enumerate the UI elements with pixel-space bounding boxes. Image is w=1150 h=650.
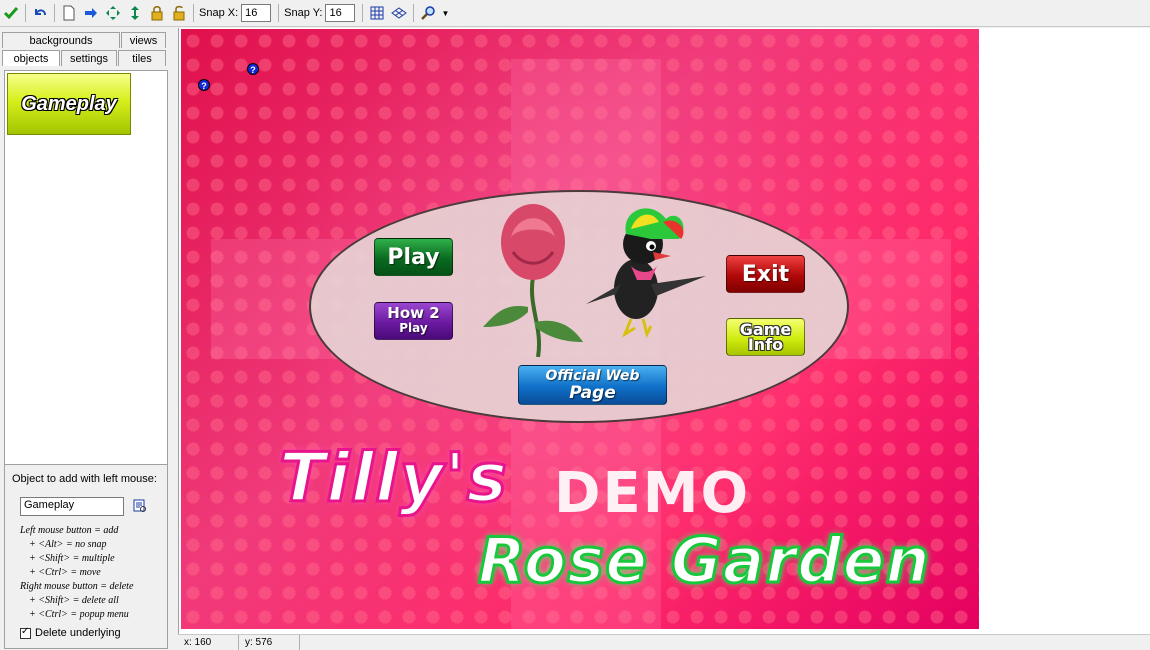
lock-icon[interactable] [146, 2, 168, 24]
tabs-row-top: backgrounds views [2, 32, 167, 49]
tab-objects[interactable]: objects [2, 50, 60, 66]
isometric-icon[interactable] [388, 2, 410, 24]
snap-y-input[interactable] [325, 4, 356, 22]
object-select-field[interactable]: Gameplay [20, 497, 124, 516]
delete-underlying-label: Delete underlying [35, 627, 121, 639]
help-line: Right mouse button = delete [20, 581, 134, 592]
shift-vertical-icon[interactable] [124, 2, 146, 24]
help-line: + <Alt> = no snap [29, 539, 107, 550]
help-line: + <Ctrl> = move [29, 567, 101, 578]
game-info-button[interactable]: Game Info [726, 318, 805, 356]
toolbar: Snap X: Snap Y: ▼ [0, 0, 1150, 27]
snap-y-label: Snap Y: [284, 7, 323, 19]
rose-image [483, 204, 583, 357]
how-to-play-line2: Play [399, 321, 428, 335]
how-to-play-line1: How 2 [387, 304, 440, 322]
status-y-coordinate: y: 576 [239, 635, 300, 650]
object-add-label: Object to add with left mouse: [12, 473, 157, 485]
object-browse-icon[interactable] [133, 499, 147, 513]
toolbar-separator [25, 4, 26, 22]
how-to-play-button[interactable]: How 2 Play [374, 302, 453, 340]
tilly-character [586, 208, 706, 339]
delete-underlying-option[interactable]: Delete underlying [20, 626, 121, 639]
shift-icon[interactable] [102, 2, 124, 24]
toolbar-separator [362, 4, 364, 22]
toolbar-separator [278, 4, 280, 22]
object-thumbnail-gameplay[interactable]: Gameplay [7, 73, 131, 135]
status-bar: x: 160 y: 576 [178, 634, 1150, 650]
instance-marker[interactable]: ? [247, 63, 259, 75]
tab-tiles[interactable]: tiles [118, 50, 166, 66]
zoom-icon[interactable] [417, 2, 439, 24]
snap-x-input[interactable] [241, 4, 272, 22]
official-web-line2: Page [569, 383, 616, 403]
arrow-right-icon[interactable] [80, 2, 102, 24]
mouse-help-text: Left mouse button = add + <Alt> = no sna… [20, 524, 133, 622]
toolbar-separator [193, 4, 194, 22]
new-icon[interactable] [58, 2, 80, 24]
room-canvas-area[interactable]: ? ? Play How 2 Play Exit Game Info Offic… [178, 28, 1150, 634]
tab-views[interactable]: views [121, 32, 166, 48]
room-canvas[interactable]: ? ? Play How 2 Play Exit Game Info Offic… [181, 29, 979, 629]
title-demo: DEMO [554, 461, 751, 526]
game-info-line2: Info [747, 335, 784, 354]
toolbar-separator [413, 4, 415, 22]
object-thumbnail-label: Gameplay [21, 92, 117, 115]
snap-x-label: Snap X: [199, 7, 239, 19]
tab-settings[interactable]: settings [61, 50, 117, 66]
undo-icon[interactable] [29, 2, 51, 24]
grid-icon[interactable] [366, 2, 388, 24]
tab-backgrounds[interactable]: backgrounds [2, 32, 120, 48]
title-tillys: Tilly's [278, 438, 509, 520]
delete-underlying-checkbox[interactable] [20, 626, 31, 639]
help-line: Left mouse button = add [20, 525, 119, 536]
official-web-page-button[interactable]: Official Web Page [518, 365, 667, 405]
left-panel: backgrounds views objects settings tiles… [0, 28, 172, 649]
object-add-panel: Object to add with left mouse: Gameplay … [4, 464, 168, 649]
toolbar-separator [54, 4, 55, 22]
chevron-down-icon[interactable]: ▼ [441, 9, 449, 18]
help-line: + <Shift> = delete all [29, 595, 119, 606]
object-list[interactable]: Gameplay [4, 70, 168, 490]
play-button[interactable]: Play [374, 238, 453, 276]
instance-marker[interactable]: ? [198, 79, 210, 91]
help-line: + <Shift> = multiple [29, 553, 115, 564]
help-line: + <Ctrl> = popup menu [29, 609, 129, 620]
check-icon[interactable] [0, 2, 22, 24]
title-rose-garden: Rose Garden [477, 523, 932, 599]
unlock-icon[interactable] [168, 2, 190, 24]
tabs-row-bottom: objects settings tiles [2, 50, 167, 67]
exit-button[interactable]: Exit [726, 255, 805, 293]
status-x-coordinate: x: 160 [178, 635, 239, 650]
